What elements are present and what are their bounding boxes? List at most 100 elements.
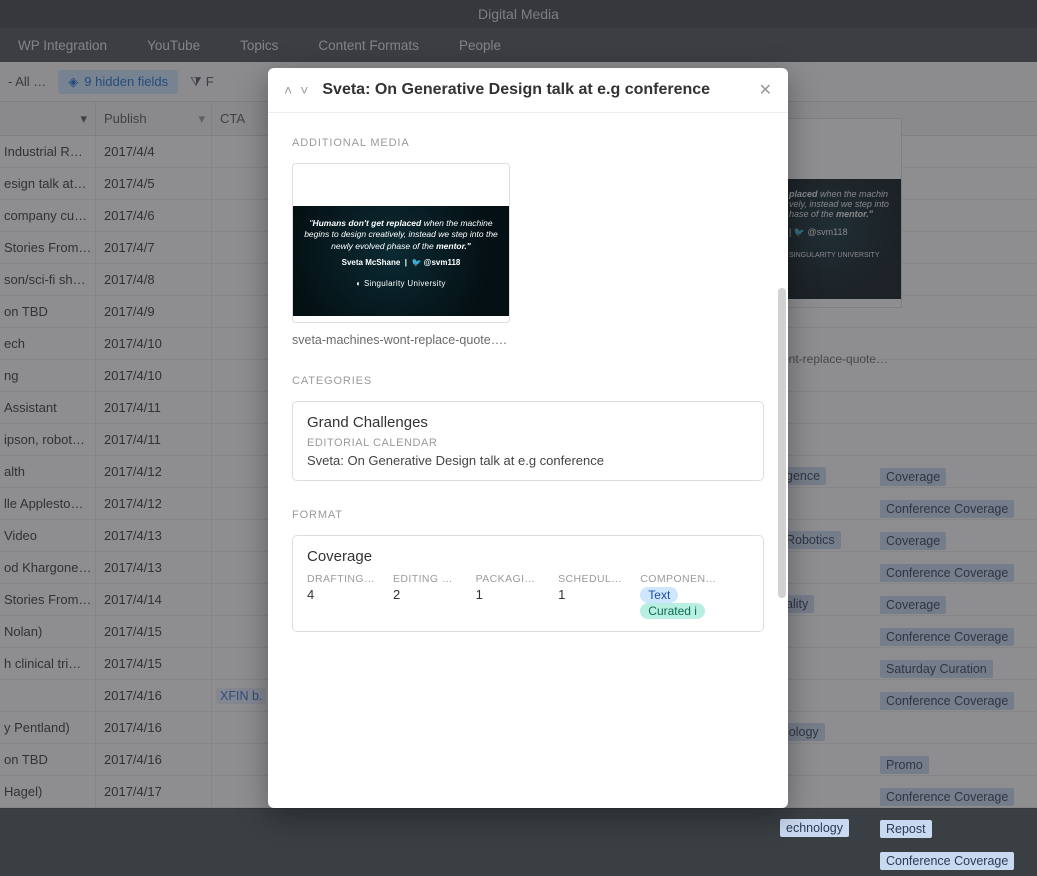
tag-row: echnology Repost <box>780 812 1037 844</box>
chevron-down-icon: ▾ <box>198 111 211 127</box>
cell-title: son/sci-fi sh… <box>0 264 96 295</box>
format-tag[interactable]: Coverage <box>880 468 946 486</box>
format-col: DRAFTING …4 <box>307 573 377 619</box>
format-col-value: 4 <box>307 587 377 602</box>
prev-record-button[interactable]: ˄ <box>284 82 292 98</box>
cell-title: Industrial R… <box>0 136 96 167</box>
next-record-button[interactable]: ˅ <box>300 82 308 98</box>
format-tag[interactable]: Conference Coverage <box>880 852 1014 870</box>
cell-publish: 2017/4/9 <box>96 296 212 327</box>
hidden-fields-label: 9 hidden fields <box>84 74 168 89</box>
category-card[interactable]: Grand Challenges EDITORIAL CALENDAR Svet… <box>292 401 764 481</box>
format-tag[interactable]: Promo <box>880 756 929 774</box>
tag-row: Conference Coverage <box>780 684 1037 716</box>
tab-content-formats[interactable]: Content Formats <box>308 32 429 59</box>
quote-text: "Humans don't get replaced when the mach… <box>301 218 501 252</box>
component-pill[interactable]: Curated i <box>640 603 705 619</box>
section-additional-media: ADDITIONAL MEDIA <box>292 137 764 149</box>
format-col-label: EDITING D… <box>393 573 460 585</box>
col-header-a[interactable]: ▾ <box>0 102 96 135</box>
tag-row: Conference Coverage <box>780 780 1037 812</box>
filter-label: F <box>206 74 214 89</box>
tag-row <box>780 396 1037 428</box>
format-col-value: 1 <box>476 587 543 602</box>
format-tag[interactable]: Coverage <box>880 532 946 550</box>
col-header-publish[interactable]: Publish ▾ <box>96 102 212 135</box>
filter-button[interactable]: ⧩ F <box>190 74 214 90</box>
cell-publish: 2017/4/13 <box>96 520 212 551</box>
format-tag[interactable]: Saturday Curation <box>880 660 993 678</box>
cell-publish: 2017/4/8 <box>96 264 212 295</box>
format-col-value: 1 <box>558 587 624 602</box>
modal-title: Sveta: On Generative Design talk at e.g … <box>322 81 750 99</box>
tag-row: Conference Coverage <box>780 492 1037 524</box>
format-tag[interactable]: Repost <box>880 820 932 838</box>
cell-title: ech <box>0 328 96 359</box>
format-tag[interactable]: Conference Coverage <box>880 692 1014 710</box>
modal-body: ADDITIONAL MEDIA "Humans don't get repla… <box>268 113 788 808</box>
format-tag[interactable]: Conference Coverage <box>880 788 1014 806</box>
category-sub: EDITORIAL CALENDAR <box>307 437 749 449</box>
cell-title: Video <box>0 520 96 551</box>
cell-title: company cu… <box>0 200 96 231</box>
category-text: Sveta: On Generative Design talk at e.g … <box>307 453 749 468</box>
cell-title: Stories From… <box>0 232 96 263</box>
cell-publish: 2017/4/15 <box>96 648 212 679</box>
media-filename: sveta-machines-wont-replace-quote…. <box>292 333 510 347</box>
cell-publish: 2017/4/16 <box>96 744 212 775</box>
format-col: COMPONENTS TextCurated i <box>640 573 749 619</box>
topic-tag[interactable]: Robotics <box>780 531 841 549</box>
cell-publish: 2017/4/6 <box>96 200 212 231</box>
media-attachment[interactable]: "Humans don't get replaced when the mach… <box>292 163 510 323</box>
cell-publish: 2017/4/16 <box>96 712 212 743</box>
format-col-label: COMPONENTS <box>640 573 718 585</box>
tag-row: iology <box>780 716 1037 748</box>
scrollbar[interactable] <box>778 288 786 598</box>
cell-title: ipson, robot… <box>0 424 96 455</box>
hidden-fields-button[interactable]: ◈ 9 hidden fields <box>58 70 178 94</box>
format-tag[interactable]: Conference Coverage <box>880 628 1014 646</box>
cell-cta: XFIN b. <box>212 688 268 703</box>
cell-title: h clinical tri… <box>0 648 96 679</box>
format-tag[interactable]: Conference Coverage <box>880 500 1014 518</box>
cell-publish: 2017/4/4 <box>96 136 212 167</box>
cta-chip[interactable]: XFIN b. <box>216 688 266 704</box>
tag-row: alityCoverage <box>780 588 1037 620</box>
topic-tag[interactable]: echnology <box>780 819 849 837</box>
cell-title: Hagel) <box>0 776 96 807</box>
quote-org: Singularity University <box>364 279 446 288</box>
cell-title: ng <box>0 360 96 391</box>
format-col: PACKAGIN… 1 <box>476 573 543 619</box>
tag-row: Robotics Coverage <box>780 524 1037 556</box>
format-tag[interactable]: Conference Coverage <box>880 564 1014 582</box>
view-selector[interactable]: - All … <box>8 74 46 89</box>
format-col-value: TextCurated i <box>640 587 749 619</box>
format-col-label: SCHEDULI… <box>558 573 624 585</box>
tab-topics[interactable]: Topics <box>230 32 288 59</box>
format-col: EDITING D… 2 <box>393 573 460 619</box>
component-pill[interactable]: Text <box>640 587 678 603</box>
cell-publish: 2017/4/12 <box>96 456 212 487</box>
cell-publish: 2017/4/5 <box>96 168 212 199</box>
media-thumbnail: "Humans don't get replaced when the mach… <box>293 164 509 322</box>
cell-publish: 2017/4/16 <box>96 680 212 711</box>
tab-youtube[interactable]: YouTube <box>137 32 210 59</box>
cell-title: on TBD <box>0 296 96 327</box>
cell-title: alth <box>0 456 96 487</box>
format-col-label: PACKAGIN… <box>476 573 543 585</box>
cell-publish: 2017/4/7 <box>96 232 212 263</box>
tab-wp-integration[interactable]: WP Integration <box>8 32 117 59</box>
cell-publish: 2017/4/10 <box>96 360 212 391</box>
format-card[interactable]: Coverage DRAFTING …4EDITING D…2PACKAGIN…… <box>292 535 764 632</box>
format-tag[interactable]: Coverage <box>880 596 946 614</box>
format-col-value: 2 <box>393 587 460 602</box>
section-categories: CATEGORIES <box>292 375 764 387</box>
col-header-cta[interactable]: CTA <box>212 111 268 126</box>
cell-publish: 2017/4/11 <box>96 424 212 455</box>
cell-title: y Pentland) <box>0 712 96 743</box>
tab-people[interactable]: People <box>449 32 511 59</box>
close-icon[interactable]: ✕ <box>759 80 772 100</box>
modal-header: ˄ ˅ Sveta: On Generative Design talk at … <box>268 68 788 113</box>
tag-row: Conference Coverage <box>780 620 1037 652</box>
cell-publish: 2017/4/17 <box>96 776 212 807</box>
